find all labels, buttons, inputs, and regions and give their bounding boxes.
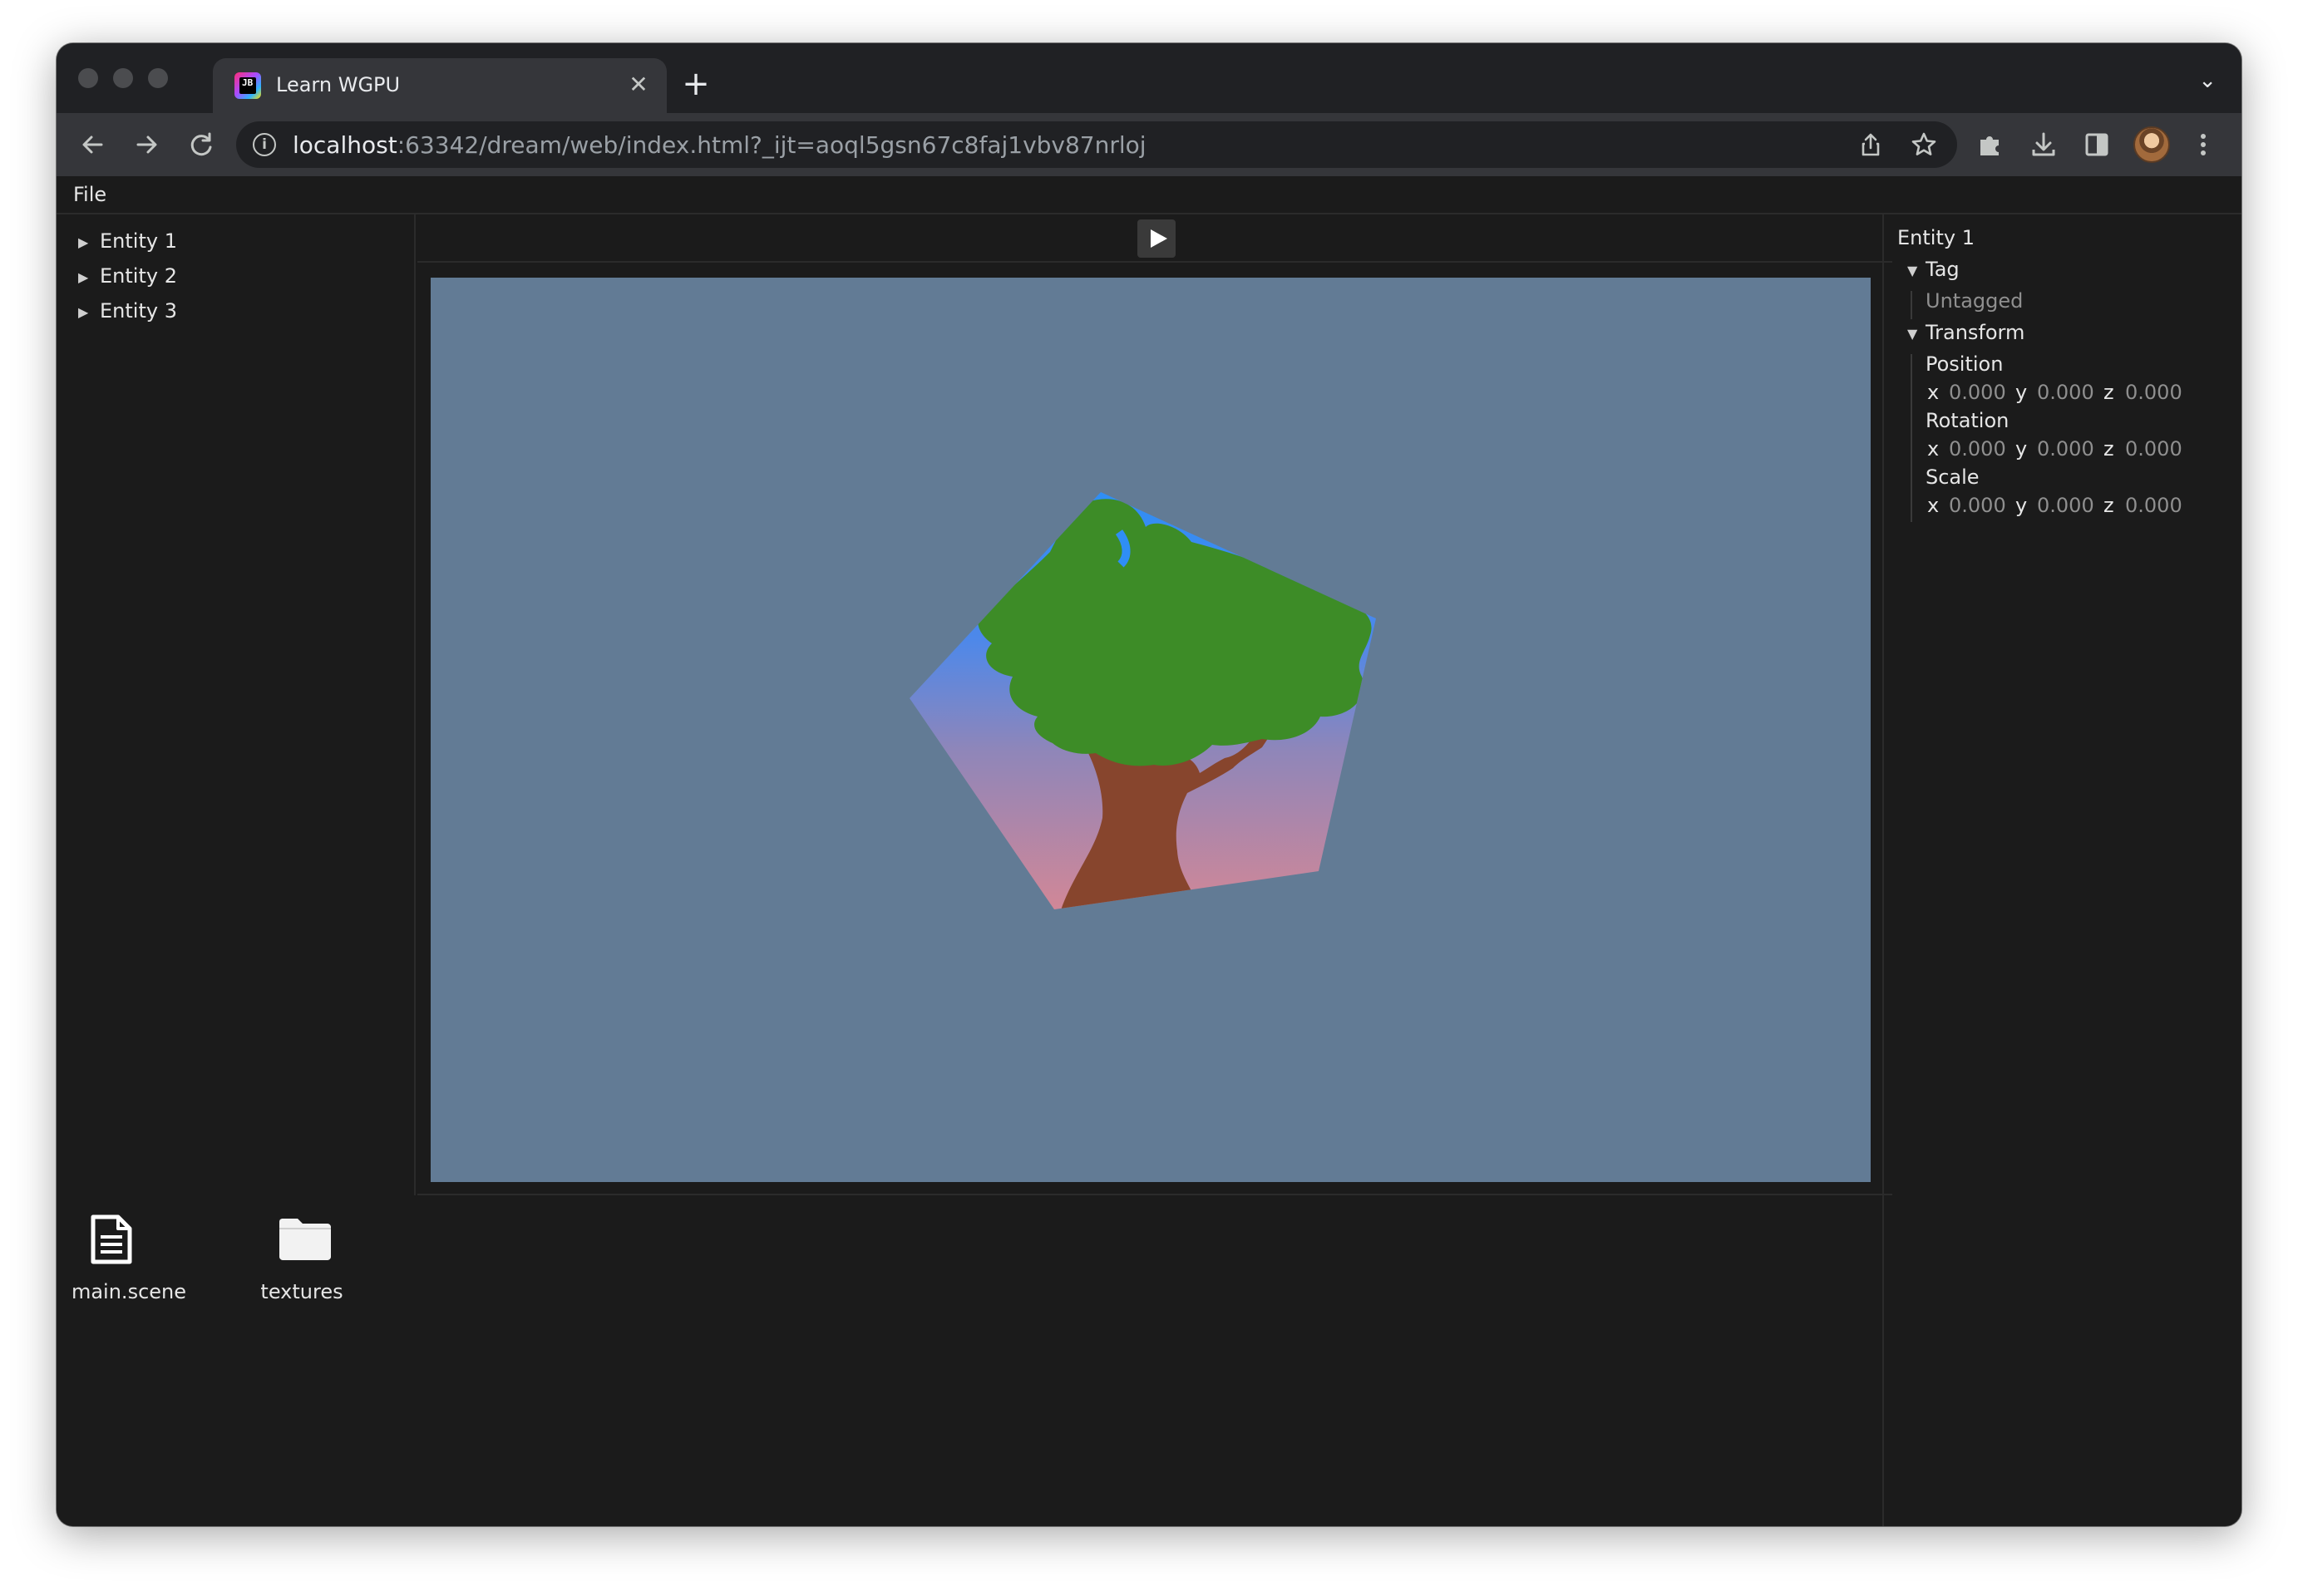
asset-label: main.scene — [71, 1280, 187, 1303]
viewport-toolbar — [417, 214, 1892, 263]
jetbrains-favicon-icon: JB — [234, 72, 261, 99]
rotation-z-field[interactable]: 0.000 — [2125, 437, 2182, 461]
side-panel-icon[interactable] — [2080, 128, 2113, 161]
bookmark-star-icon[interactable] — [1909, 130, 1939, 160]
hierarchy-item-label: Entity 3 — [100, 299, 177, 323]
axis-label-z: z — [2103, 381, 2114, 404]
scale-z-field[interactable]: 0.000 — [2125, 494, 2182, 517]
transform-header[interactable]: Transform — [1926, 321, 2024, 344]
hierarchy-item-entity-3[interactable]: ▶ Entity 3 — [78, 299, 394, 329]
tag-header[interactable]: Tag — [1926, 258, 1960, 281]
menu-bar: File — [57, 176, 2241, 214]
axis-label-y: y — [2015, 381, 2028, 404]
more-menu-icon[interactable] — [2187, 128, 2220, 161]
browser-window: JB Learn WGPU ✕ + ⌄ i localhost:63342/dr… — [57, 43, 2241, 1526]
axis-label-x: x — [1927, 381, 1940, 404]
share-icon[interactable] — [1856, 130, 1886, 160]
axis-label-y: y — [2015, 437, 2028, 461]
rotation-label: Rotation — [1926, 409, 2010, 432]
editor-app: File ▶ Entity 1 ▶ Entity 2 ▶ Entity 3 En… — [57, 176, 2241, 1526]
axis-label-y: y — [2015, 494, 2028, 517]
asset-label: textures — [260, 1280, 343, 1303]
forward-icon[interactable] — [128, 126, 165, 163]
address-bar[interactable]: i localhost:63342/dream/web/index.html?_… — [236, 121, 1957, 168]
position-x-field[interactable]: 0.000 — [1949, 381, 2006, 404]
position-label: Position — [1926, 352, 2004, 376]
browser-toolbar: i localhost:63342/dream/web/index.html?_… — [57, 113, 2241, 176]
hierarchy-item-entity-1[interactable]: ▶ Entity 1 — [78, 229, 394, 259]
asset-main-scene[interactable]: main.scene — [67, 1214, 191, 1313]
inspector-entity-name: Entity 1 — [1897, 226, 1975, 249]
scale-y-field[interactable]: 0.000 — [2037, 494, 2094, 517]
close-window-button[interactable] — [78, 68, 98, 88]
tab-strip: JB Learn WGPU ✕ + ⌄ — [57, 43, 2241, 113]
viewport-panel — [417, 264, 1892, 1195]
tab-search-chevron-icon[interactable]: ⌄ — [2198, 68, 2217, 93]
inspector-panel: Entity 1 ▼ Tag Untagged ▼ Transform Posi… — [1882, 214, 2241, 1526]
textured-pentagon — [910, 492, 1376, 909]
expand-arrow-icon[interactable]: ▶ — [78, 234, 88, 250]
rotation-x-field[interactable]: 0.000 — [1949, 437, 2006, 461]
url-path: :63342/dream/web/index.html?_ijt=aoql5gs… — [397, 131, 1147, 159]
maximize-window-button[interactable] — [148, 68, 168, 88]
url-host: localhost — [293, 131, 397, 159]
position-z-field[interactable]: 0.000 — [2125, 381, 2182, 404]
menu-file[interactable]: File — [73, 183, 106, 206]
hierarchy-item-label: Entity 1 — [100, 229, 177, 253]
hierarchy-item-entity-2[interactable]: ▶ Entity 2 — [78, 264, 394, 294]
rotation-y-field[interactable]: 0.000 — [2037, 437, 2094, 461]
close-tab-icon[interactable]: ✕ — [624, 70, 653, 100]
expand-arrow-icon[interactable]: ▶ — [78, 269, 88, 285]
browser-tab[interactable]: JB Learn WGPU ✕ — [213, 58, 667, 113]
asset-browser-panel: main.scene textures — [57, 1197, 1881, 1526]
scale-x-field[interactable]: 0.000 — [1949, 494, 2006, 517]
axis-label-x: x — [1927, 494, 1940, 517]
profile-avatar[interactable] — [2133, 126, 2170, 163]
favicon-text: JB — [242, 77, 254, 88]
back-icon[interactable] — [75, 126, 111, 163]
new-tab-button[interactable]: + — [678, 66, 713, 101]
tree-guide-line — [1911, 291, 1912, 319]
hierarchy-item-label: Entity 2 — [100, 264, 177, 288]
scene-hierarchy-panel: ▶ Entity 1 ▶ Entity 2 ▶ Entity 3 — [57, 214, 416, 1195]
asset-textures-folder[interactable]: textures — [239, 1214, 364, 1313]
minimize-window-button[interactable] — [113, 68, 133, 88]
tree-foliage — [978, 499, 1372, 766]
expand-arrow-icon[interactable]: ▶ — [78, 304, 88, 320]
collapse-arrow-icon[interactable]: ▼ — [1907, 263, 1917, 278]
download-icon[interactable] — [2027, 128, 2060, 161]
url-text[interactable]: localhost:63342/dream/web/index.html?_ij… — [293, 131, 1147, 159]
play-icon — [1151, 229, 1167, 248]
render-viewport[interactable] — [431, 278, 1871, 1182]
file-icon — [91, 1214, 132, 1264]
play-button[interactable] — [1137, 219, 1176, 258]
collapse-arrow-icon[interactable]: ▼ — [1907, 326, 1917, 342]
tab-title: Learn WGPU — [276, 73, 401, 96]
axis-label-z: z — [2103, 437, 2114, 461]
tag-value[interactable]: Untagged — [1926, 289, 2023, 313]
scale-label: Scale — [1926, 466, 1980, 489]
reload-icon[interactable] — [183, 126, 219, 163]
info-icon[interactable]: i — [253, 133, 276, 156]
position-y-field[interactable]: 0.000 — [2037, 381, 2094, 404]
rendered-scene — [910, 492, 1376, 909]
folder-icon — [279, 1219, 331, 1260]
axis-label-z: z — [2103, 494, 2114, 517]
extensions-icon[interactable] — [1974, 128, 2007, 161]
tree-guide-line — [1911, 354, 1912, 522]
axis-label-x: x — [1927, 437, 1940, 461]
